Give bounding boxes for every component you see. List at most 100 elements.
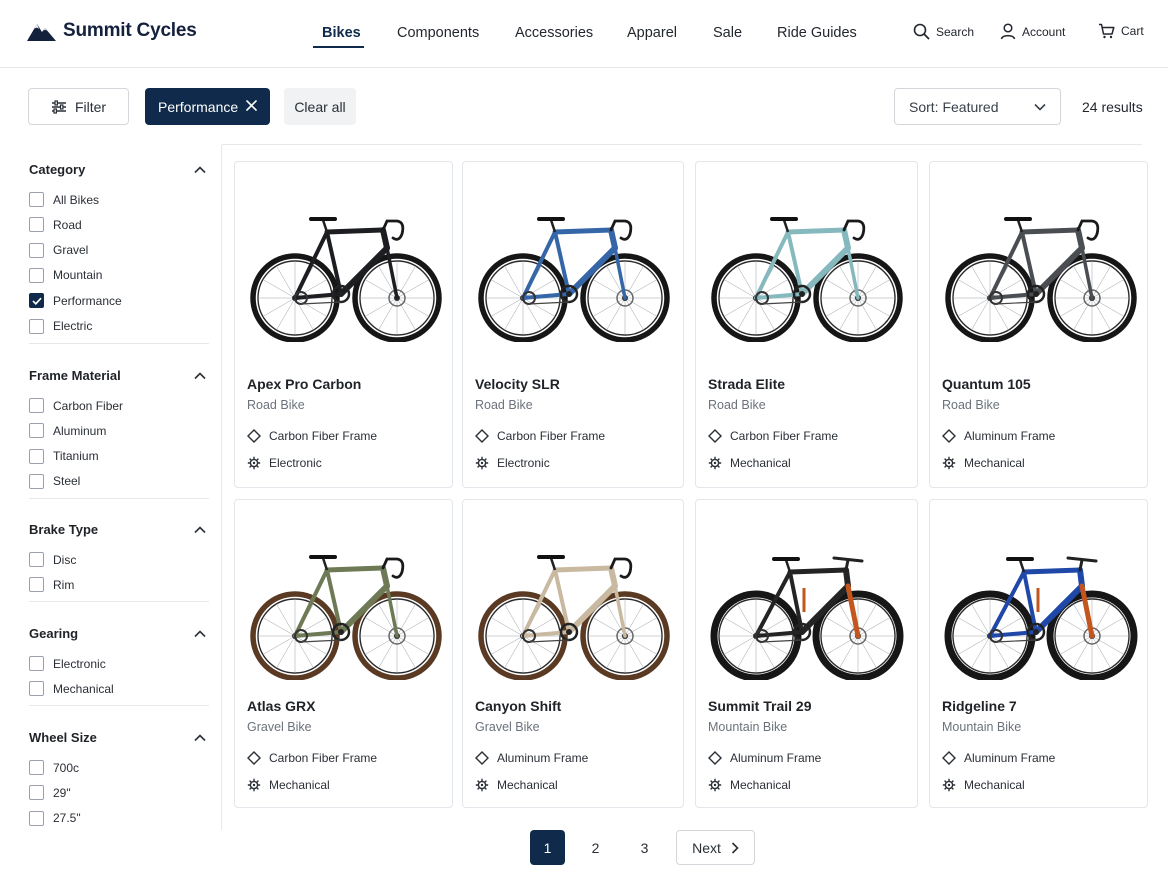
checkbox-unchecked[interactable] xyxy=(29,473,44,489)
product-image[interactable] xyxy=(704,192,906,347)
brand-name: Summit Cycles xyxy=(63,20,197,41)
nav-sale[interactable]: Sale xyxy=(713,25,742,41)
checkbox-29[interactable]: 29" xyxy=(29,785,71,801)
facet-title-category[interactable]: Category xyxy=(29,162,85,177)
logo[interactable]: Summit Cycles xyxy=(26,20,197,42)
checkbox-checked[interactable] xyxy=(29,293,44,309)
product-card-summit-trail-29[interactable]: Summit Trail 29 Mountain Bike Aluminum Fra… xyxy=(695,499,918,808)
product-name[interactable]: Canyon Shift xyxy=(475,698,561,714)
facet-title-wheel-size[interactable]: Wheel Size xyxy=(29,730,97,745)
checkbox-electronic[interactable]: Electronic xyxy=(29,656,106,671)
checkbox-carbon-fiber[interactable]: Carbon Fiber xyxy=(29,398,123,413)
site-header: Summit Cycles Bikes Components Accessori… xyxy=(0,0,1168,68)
checkbox-unchecked[interactable] xyxy=(29,552,44,567)
product-card-apex-pro-carbon[interactable]: Apex Pro Carbon Road Bike Carbon Fiber Fra… xyxy=(234,161,453,488)
checkbox-unchecked[interactable] xyxy=(29,217,44,233)
chevron-up-icon[interactable] xyxy=(194,734,206,742)
checkbox-disc[interactable]: Disc xyxy=(29,552,76,567)
product-name[interactable]: Summit Trail 29 xyxy=(708,698,811,714)
product-name[interactable]: Quantum 105 xyxy=(942,376,1031,392)
product-card-ridgeline-7[interactable]: Ridgeline 7 Mountain Bike Aluminum Frame Me… xyxy=(929,499,1148,808)
spec-frame-label: Carbon Fiber Frame xyxy=(497,429,606,443)
clear-all-button[interactable]: Clear all xyxy=(284,88,356,125)
product-image[interactable] xyxy=(938,192,1140,347)
product-image[interactable] xyxy=(243,530,445,685)
checkbox-unchecked[interactable] xyxy=(29,318,44,334)
page-3-button[interactable]: 3 xyxy=(627,830,662,865)
product-image[interactable] xyxy=(471,192,673,347)
sliders-icon xyxy=(51,99,66,114)
product-image[interactable] xyxy=(243,192,445,347)
nav-components[interactable]: Components xyxy=(397,25,479,41)
product-name[interactable]: Atlas GRX xyxy=(247,698,315,714)
checkbox-unchecked[interactable] xyxy=(29,656,44,671)
checkbox-unchecked[interactable] xyxy=(29,242,44,258)
checkbox-700c[interactable]: 700c xyxy=(29,760,79,775)
cart-link[interactable]: Cart xyxy=(1098,23,1144,39)
bike-image-icon xyxy=(478,555,670,681)
sort-select[interactable]: Sort: Featured xyxy=(894,88,1061,125)
checkbox-unchecked[interactable] xyxy=(29,785,44,801)
active-filter-label: Performance xyxy=(158,98,239,115)
checkbox-unchecked[interactable] xyxy=(29,267,44,283)
checkbox-unchecked[interactable] xyxy=(29,423,44,439)
nav-ride-guides[interactable]: Ride Guides xyxy=(777,25,857,41)
nav-accessories[interactable]: Accessories xyxy=(515,25,593,41)
nav-bikes[interactable]: Bikes xyxy=(322,25,361,41)
checkbox-aluminum[interactable]: Aluminum xyxy=(29,423,106,439)
checkbox-steel[interactable]: Steel xyxy=(29,473,80,489)
checkbox-label: Electric xyxy=(53,319,93,333)
active-filter-chip[interactable]: Performance xyxy=(145,88,270,125)
account-link[interactable]: Account xyxy=(1000,23,1065,40)
chevron-up-icon[interactable] xyxy=(194,372,206,380)
checkbox-27-5[interactable]: 27.5" xyxy=(29,810,81,826)
product-card-velocity-slr[interactable]: Velocity SLR Road Bike Carbon Fiber Frame E… xyxy=(462,161,684,488)
product-card-quantum-105[interactable]: Quantum 105 Road Bike Aluminum Frame Mechan… xyxy=(929,161,1148,488)
filter-label: Filter xyxy=(74,98,107,115)
chevron-up-icon[interactable] xyxy=(194,526,206,534)
checkbox-electric[interactable]: Electric xyxy=(29,318,93,334)
search-link[interactable]: Search xyxy=(913,23,974,40)
nav-apparel[interactable]: Apparel xyxy=(627,25,677,41)
checkbox-unchecked[interactable] xyxy=(29,681,44,697)
checkbox-label: All Bikes xyxy=(53,192,100,207)
chevron-up-icon[interactable] xyxy=(194,166,206,174)
spec-frame: Carbon Fiber Frame xyxy=(247,751,377,765)
checkbox-unchecked[interactable] xyxy=(29,577,44,593)
filter-button[interactable]: Filter xyxy=(28,88,129,125)
close-icon[interactable] xyxy=(245,99,258,112)
checkbox-unchecked[interactable] xyxy=(29,192,44,207)
facet-title-gearing[interactable]: Gearing xyxy=(29,626,78,641)
product-card-atlas-grx[interactable]: Atlas GRX Gravel Bike Carbon Fiber Frame Me… xyxy=(234,499,453,808)
diamond-icon xyxy=(942,751,956,765)
page-2-button[interactable]: 2 xyxy=(578,830,613,865)
checkbox-mechanical[interactable]: Mechanical xyxy=(29,681,114,697)
cart-icon xyxy=(1099,23,1115,39)
product-name[interactable]: Apex Pro Carbon xyxy=(247,376,361,392)
product-name[interactable]: Velocity SLR xyxy=(475,376,560,392)
checkbox-unchecked[interactable] xyxy=(29,398,44,413)
next-page-button[interactable]: Next xyxy=(676,830,755,865)
product-type: Mountain Bike xyxy=(708,720,788,734)
page-1-button[interactable]: 1 xyxy=(530,830,565,865)
checkbox-titanium[interactable]: Titanium xyxy=(29,448,99,464)
checkbox-unchecked[interactable] xyxy=(29,810,44,826)
checkbox-unchecked[interactable] xyxy=(29,760,44,775)
checkbox-gravel[interactable]: Gravel xyxy=(29,242,88,258)
product-image[interactable] xyxy=(471,530,673,685)
facet-title-frame-material[interactable]: Frame Material xyxy=(29,368,121,383)
checkbox-unchecked[interactable] xyxy=(29,448,44,464)
checkbox-rim[interactable]: Rim xyxy=(29,577,74,593)
chevron-up-icon[interactable] xyxy=(194,630,206,638)
product-card-canyon-shift[interactable]: Canyon Shift Gravel Bike Aluminum Frame Mec… xyxy=(462,499,684,808)
checkbox-mountain[interactable]: Mountain xyxy=(29,267,102,283)
product-name[interactable]: Strada Elite xyxy=(708,376,785,392)
checkbox-all-bikes[interactable]: All Bikes xyxy=(29,192,99,207)
product-image[interactable] xyxy=(704,530,906,685)
facet-title-brake-type[interactable]: Brake Type xyxy=(29,522,98,537)
product-name[interactable]: Ridgeline 7 xyxy=(942,698,1017,714)
checkbox-road[interactable]: Road xyxy=(29,217,82,233)
product-card-strada-elite[interactable]: Strada Elite Road Bike Carbon Fiber Frame M… xyxy=(695,161,918,488)
product-image[interactable] xyxy=(938,530,1140,685)
checkbox-performance[interactable]: Performance xyxy=(29,293,122,309)
